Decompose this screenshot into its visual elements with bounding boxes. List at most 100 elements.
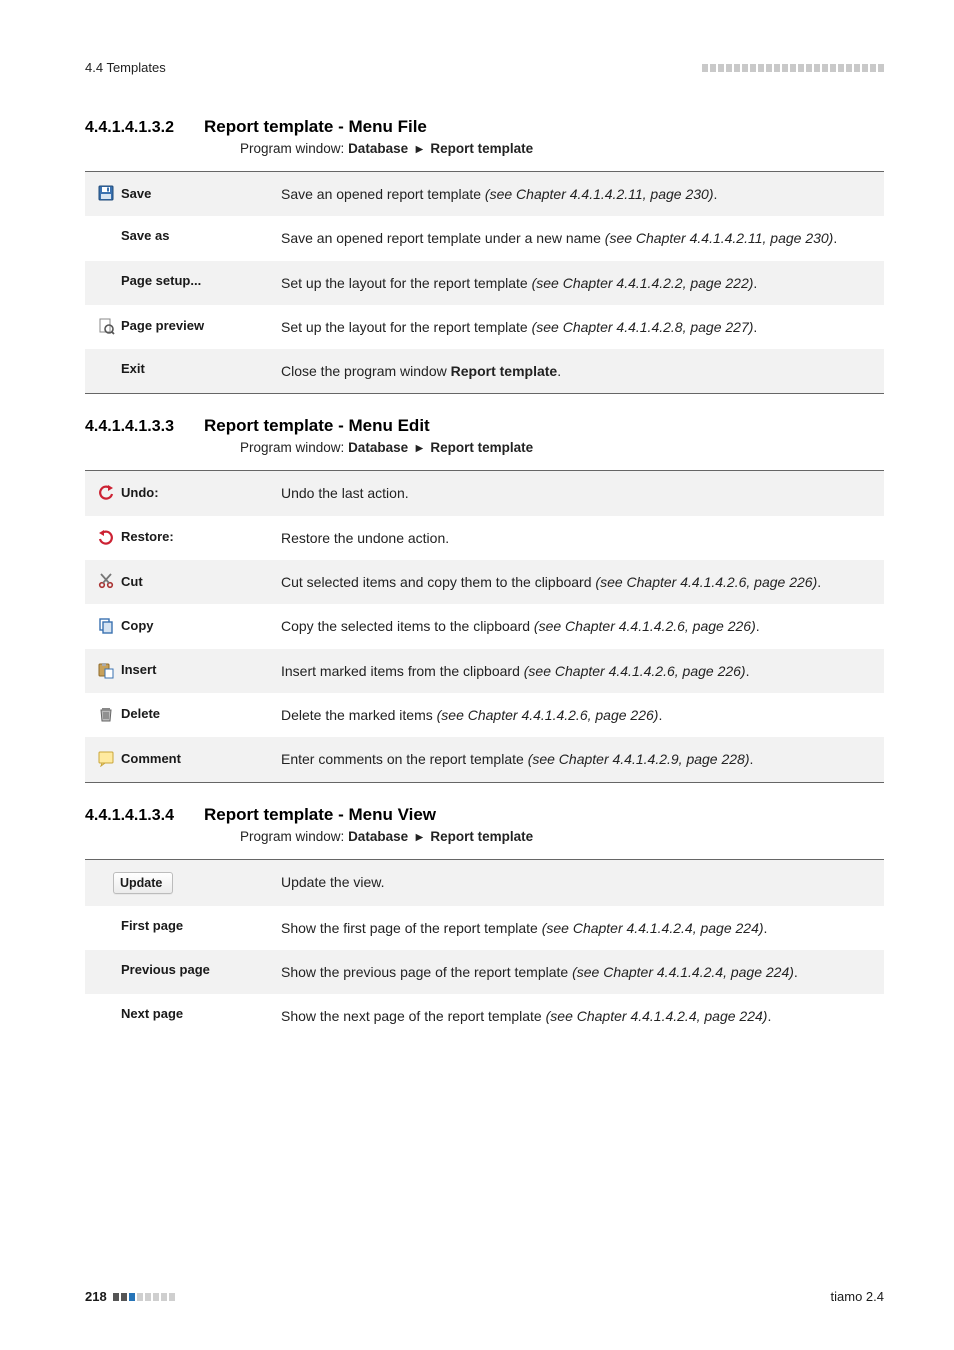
breadcrumb: Program window: Database ▸ Report templa… <box>240 141 884 157</box>
row-desc: Set up the layout for the report templat… <box>281 273 878 293</box>
page-number-block: 218 <box>85 1289 175 1304</box>
menu-view-table: Update Update the view. First page Show … <box>85 859 884 1039</box>
undo-icon <box>97 483 115 501</box>
table-row: Comment Enter comments on the report tem… <box>85 737 884 781</box>
heading-number: 4.4.1.4.1.3.4 <box>85 807 174 825</box>
row-desc: Save an opened report template (see Chap… <box>281 184 878 204</box>
row-desc: Save an opened report template under a n… <box>281 228 878 248</box>
breadcrumb-prefix: Program window: <box>240 440 344 455</box>
row-label-text: Page setup... <box>121 273 201 288</box>
row-label-text: Insert <box>121 662 156 677</box>
row-desc: Show the previous page of the report tem… <box>281 962 878 982</box>
breadcrumb-arrow: ▸ <box>412 141 427 156</box>
row-desc: Undo the last action. <box>281 483 878 503</box>
row-desc: Cut selected items and copy them to the … <box>281 572 878 592</box>
table-row: Insert Insert marked items from the clip… <box>85 649 884 693</box>
cut-icon <box>97 572 115 590</box>
row-label-text: Restore: <box>121 529 174 544</box>
row-label: Next page <box>91 1006 281 1021</box>
row-desc: Restore the undone action. <box>281 528 878 548</box>
row-label: Save <box>91 184 281 202</box>
row-label: Restore: <box>91 528 281 546</box>
row-label: Undo: <box>91 483 281 501</box>
row-label-text: Page preview <box>121 318 204 333</box>
section-heading: 4.4.1.4.1.3.2 Report template - Menu Fil… <box>85 117 884 137</box>
row-label: Cut <box>91 572 281 590</box>
update-button[interactable]: Update <box>113 872 173 894</box>
row-label: Save as <box>91 228 281 243</box>
table-row: Undo: Undo the last action. <box>85 471 884 515</box>
section-heading: 4.4.1.4.1.3.4 Report template - Menu Vie… <box>85 805 884 825</box>
menu-edit-table: Undo: Undo the last action. Restore: Res… <box>85 470 884 782</box>
row-desc: Show the next page of the report templat… <box>281 1006 878 1026</box>
row-label: First page <box>91 918 281 933</box>
breadcrumb-prefix: Program window: <box>240 829 344 844</box>
row-label-text: Copy <box>121 618 154 633</box>
row-label-text: Previous page <box>121 962 210 977</box>
table-row: Save Save an opened report template (see… <box>85 172 884 216</box>
row-label: Comment <box>91 749 281 767</box>
row-label: Delete <box>91 705 281 723</box>
breadcrumb-arrow: ▸ <box>412 829 427 844</box>
breadcrumb-part: Report template <box>430 141 533 156</box>
row-label: Update <box>91 872 281 894</box>
page-root: 4.4 Templates 4.4.1.4.1.3.2 Report templ… <box>0 0 954 1350</box>
table-row: Page preview Set up the layout for the r… <box>85 305 884 349</box>
row-label-text: Delete <box>121 706 160 721</box>
table-row: Next page Show the next page of the repo… <box>85 994 884 1038</box>
page-number: 218 <box>85 1289 107 1304</box>
row-label: Insert <box>91 661 281 679</box>
row-label-text: Save as <box>121 228 169 243</box>
heading-title: Report template - Menu Edit <box>204 416 430 436</box>
comment-icon <box>97 749 115 767</box>
running-header-bars <box>702 64 884 72</box>
heading-title: Report template - Menu View <box>204 805 436 825</box>
footer-bars <box>113 1293 175 1301</box>
row-label-text: Next page <box>121 1006 183 1021</box>
table-row: Cut Cut selected items and copy them to … <box>85 560 884 604</box>
row-desc: Set up the layout for the report templat… <box>281 317 878 337</box>
row-label: Page setup... <box>91 273 281 288</box>
copy-icon <box>97 616 115 634</box>
row-desc: Enter comments on the report template (s… <box>281 749 878 769</box>
row-label: Previous page <box>91 962 281 977</box>
table-row: Save as Save an opened report template u… <box>85 216 884 260</box>
table-row: Update Update the view. <box>85 860 884 906</box>
breadcrumb-arrow: ▸ <box>412 440 427 455</box>
heading-number: 4.4.1.4.1.3.2 <box>85 119 174 137</box>
row-desc: Update the view. <box>281 872 878 892</box>
row-label-text: Undo: <box>121 485 159 500</box>
row-label-text: Save <box>121 186 151 201</box>
breadcrumb-prefix: Program window: <box>240 141 344 156</box>
software-name: tiamo 2.4 <box>831 1289 884 1304</box>
table-row: Previous page Show the previous page of … <box>85 950 884 994</box>
row-label-text: Exit <box>121 361 145 376</box>
row-label: Page preview <box>91 317 281 335</box>
row-label-text: Cut <box>121 574 143 589</box>
table-row: Delete Delete the marked items (see Chap… <box>85 693 884 737</box>
preview-icon <box>97 317 115 335</box>
running-header: 4.4 Templates <box>85 60 884 75</box>
row-desc: Close the program window Report template… <box>281 361 878 381</box>
breadcrumb-part: Report template <box>430 829 533 844</box>
breadcrumb-part: Database <box>348 440 408 455</box>
delete-icon <box>97 705 115 723</box>
table-row: Page setup... Set up the layout for the … <box>85 261 884 305</box>
table-row: Restore: Restore the undone action. <box>85 516 884 560</box>
insert-icon <box>97 661 115 679</box>
save-icon <box>97 184 115 202</box>
redo-icon <box>97 528 115 546</box>
section-heading: 4.4.1.4.1.3.3 Report template - Menu Edi… <box>85 416 884 436</box>
running-header-left: 4.4 Templates <box>85 60 166 75</box>
table-row: First page Show the first page of the re… <box>85 906 884 950</box>
row-desc: Insert marked items from the clipboard (… <box>281 661 878 681</box>
row-label-text: Update <box>120 876 162 890</box>
table-row: Copy Copy the selected items to the clip… <box>85 604 884 648</box>
breadcrumb-part: Report template <box>430 440 533 455</box>
heading-title: Report template - Menu File <box>204 117 427 137</box>
row-label: Exit <box>91 361 281 376</box>
breadcrumb: Program window: Database ▸ Report templa… <box>240 829 884 845</box>
breadcrumb-part: Database <box>348 141 408 156</box>
page-footer: 218 tiamo 2.4 <box>85 1289 884 1304</box>
row-label-text: Comment <box>121 751 181 766</box>
